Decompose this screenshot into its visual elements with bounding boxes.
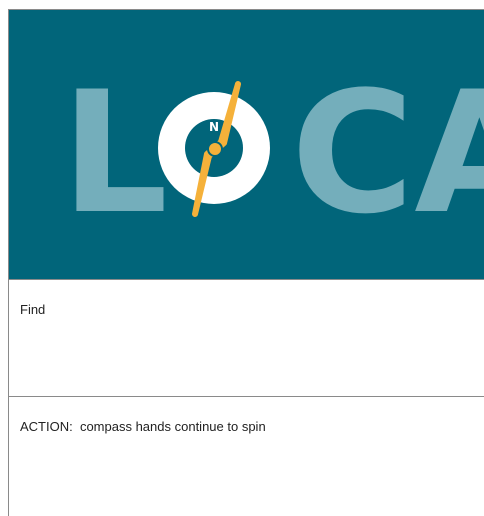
find-label: Find (20, 302, 46, 317)
action-description: ACTION: compass hands continue to spin (20, 419, 266, 434)
find-panel: Find (9, 280, 484, 397)
logo-banner: L CA N (9, 10, 484, 280)
compass-north-label: N (209, 120, 219, 134)
compass-pivot (207, 141, 223, 157)
logo-letter-l: L (61, 55, 168, 251)
action-panel: ACTION: compass hands continue to spin (9, 397, 484, 516)
storyboard-frame: L CA N Find ACTION: compass ha (8, 9, 484, 516)
logo-letters-ca: CA (291, 55, 484, 251)
compass-icon: N (158, 81, 270, 217)
logo-artwork: L CA N (61, 55, 484, 251)
